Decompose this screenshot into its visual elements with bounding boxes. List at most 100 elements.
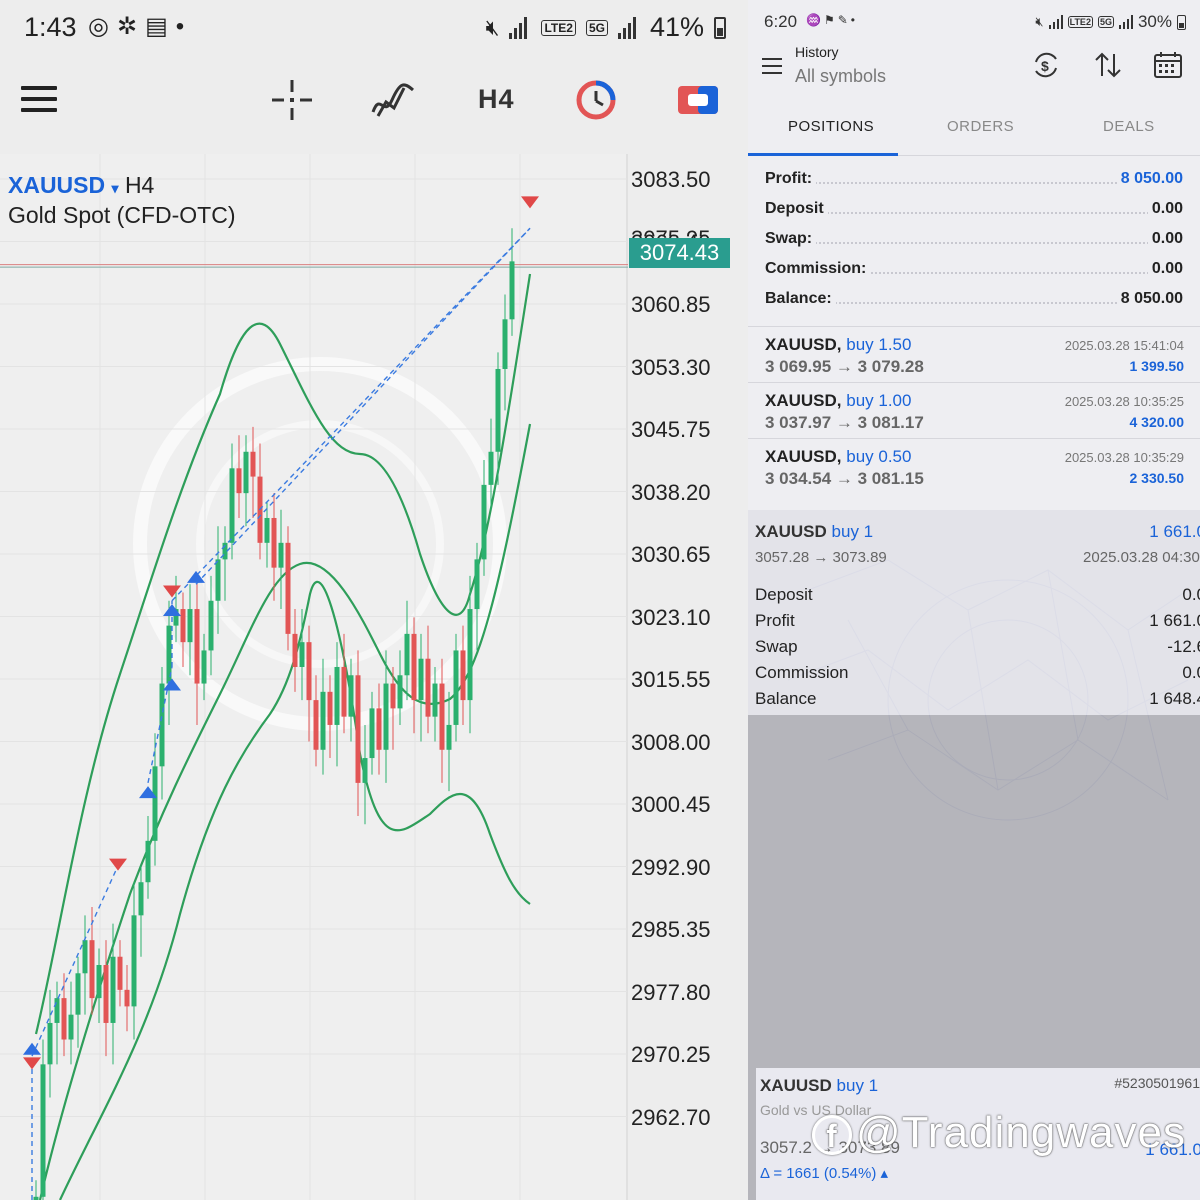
price-tick-label: 2962.70 — [631, 1104, 711, 1130]
candle — [47, 1022, 53, 1065]
detail-time: 2025.03.28 04:30: — [1083, 549, 1200, 566]
summary-value: 8 050.00 — [1116, 170, 1183, 188]
candle — [208, 600, 214, 651]
status-time-right: 6:20 — [764, 12, 798, 31]
candle — [264, 517, 270, 543]
list-item[interactable]: XAUUSD, buy 1.50 3 069.95 → 3 079.28 202… — [748, 326, 1200, 382]
detail-symbol: XAUUSD buy 1 — [755, 522, 874, 541]
tab-positions[interactable]: POSITIONS — [788, 118, 874, 135]
deal-symbol: XAUUSD, buy 0.50 — [765, 447, 912, 466]
sort-icon[interactable] — [1093, 50, 1123, 80]
list-item[interactable]: XAUUSD, buy 0.50 3 034.54 → 3 081.15 202… — [748, 438, 1200, 494]
candle — [138, 882, 144, 916]
list-item[interactable]: XAUUSD, buy 1.00 3 037.97 → 3 081.17 202… — [748, 382, 1200, 438]
price-tick-label: 3060.85 — [631, 292, 711, 317]
position-detail[interactable]: XAUUSD buy 1 1 661.0 3057.28 → 3073.89 2… — [748, 510, 1200, 715]
candle — [334, 666, 340, 725]
dot-icon: • — [175, 13, 193, 40]
detail-row-commission: Commission0.0 — [755, 663, 1200, 682]
deal-prices: 3 034.54 → 3 081.15 — [765, 469, 924, 488]
menu-icon[interactable] — [762, 58, 782, 74]
candle — [376, 708, 382, 750]
volte-icon: LTE2 — [541, 19, 576, 36]
candle — [54, 998, 60, 1023]
chart-app-screen: 1:43 ◎✲▤• 🔇︎ LTE2 5G 41% H4 XAUUSD ▾ H4 … — [0, 0, 748, 1200]
deal-prices: 3 037.97 → 3 081.17 — [765, 413, 924, 432]
candle — [390, 683, 396, 709]
status-right: 🔇︎ LTE2 5G 41% — [486, 12, 726, 43]
position-list: XAUUSD, buy 1.50 3 069.95 → 3 079.28 202… — [748, 326, 1200, 494]
candle — [278, 542, 284, 568]
candle — [474, 559, 480, 610]
candle — [236, 468, 242, 494]
instagram-icon: ◎ — [88, 13, 117, 40]
battery-icon — [1177, 14, 1186, 30]
candle — [397, 675, 403, 709]
candle — [110, 956, 116, 1023]
candle — [285, 542, 291, 634]
signal2-icon — [1118, 15, 1133, 29]
timeframe-button[interactable]: H4 — [478, 84, 515, 115]
price-tick-label: 2977.80 — [631, 979, 711, 1005]
candle — [271, 517, 277, 568]
candle — [495, 368, 501, 452]
candle — [215, 559, 221, 601]
candle — [180, 609, 186, 643]
summary-value: 0.00 — [1147, 260, 1183, 278]
one-click-trade-icon[interactable] — [676, 78, 720, 122]
summary-key: Profit: — [765, 170, 817, 188]
candle — [40, 1064, 46, 1197]
candle — [313, 700, 319, 750]
deal-symbol: XAUUSD, buy 1.00 — [765, 391, 912, 410]
history-tabs: POSITIONS ORDERS DEALS — [748, 104, 1200, 156]
candle — [61, 998, 67, 1040]
price-tick-label: 3023.10 — [631, 604, 711, 630]
chart-symbol[interactable]: XAUUSD ▾ H4 — [8, 172, 154, 199]
status-bar: 1:43 ◎✲▤• 🔇︎ LTE2 5G 41% — [0, 0, 748, 56]
card-delta[interactable]: Δ = 1661 (0.54%) ▴ — [760, 1164, 888, 1182]
deal-prices: 3 069.95 → 3 079.28 — [765, 357, 924, 376]
summary-value: 0.00 — [1147, 200, 1183, 218]
tab-deals[interactable]: DEALS — [1103, 118, 1155, 135]
candle — [187, 609, 193, 643]
candle — [82, 940, 88, 974]
indicators-icon[interactable] — [370, 78, 416, 122]
price-tick-label: 3053.30 — [631, 354, 711, 380]
candle — [299, 642, 305, 667]
pinwheel-icon: ✲ — [116, 13, 146, 40]
summary-row-deposit: Deposit 0.00 — [748, 194, 1200, 224]
summary-value: 8 050.00 — [1116, 290, 1183, 308]
detail-row-deposit: Deposit0.0 — [755, 585, 1200, 604]
status-bar-right: 6:20 ♒⚑✎• 🔇︎ LTE2 5G 30% — [748, 0, 1200, 40]
candle — [292, 633, 298, 667]
symbol-dropdown-icon: ▾ — [111, 180, 119, 196]
crosshair-icon[interactable] — [270, 78, 314, 122]
price-tick-label: 2985.35 — [631, 917, 711, 942]
candle — [418, 658, 424, 701]
page-title: History — [795, 44, 839, 60]
price-tick-label: 3030.65 — [631, 542, 711, 567]
price-tick-label: 3008.00 — [631, 729, 711, 755]
candle — [320, 691, 326, 750]
candle — [432, 683, 438, 717]
candle — [243, 451, 249, 494]
symbol-filter[interactable]: All symbols — [795, 66, 886, 87]
price-tick-label: 2970.25 — [631, 1042, 711, 1067]
deal-profit: 2 330.50 — [1129, 470, 1185, 486]
candle — [96, 965, 102, 999]
detail-profit: 1 661.0 — [1149, 522, 1200, 541]
tab-orders[interactable]: ORDERS — [947, 118, 1014, 135]
candle — [460, 650, 466, 701]
menu-icon[interactable] — [21, 86, 57, 112]
active-tab-indicator — [748, 153, 898, 156]
candle — [404, 633, 410, 676]
currency-refresh-icon[interactable]: $ — [1031, 50, 1061, 80]
candle — [327, 691, 333, 725]
candle — [481, 484, 487, 560]
chart-timeframe: H4 — [124, 172, 155, 198]
clock-trade-icon[interactable] — [574, 78, 618, 122]
5g-icon: 5G — [1097, 16, 1114, 28]
facebook-icon: f — [812, 1115, 852, 1156]
candle — [453, 650, 459, 725]
calendar-icon[interactable] — [1153, 50, 1183, 80]
